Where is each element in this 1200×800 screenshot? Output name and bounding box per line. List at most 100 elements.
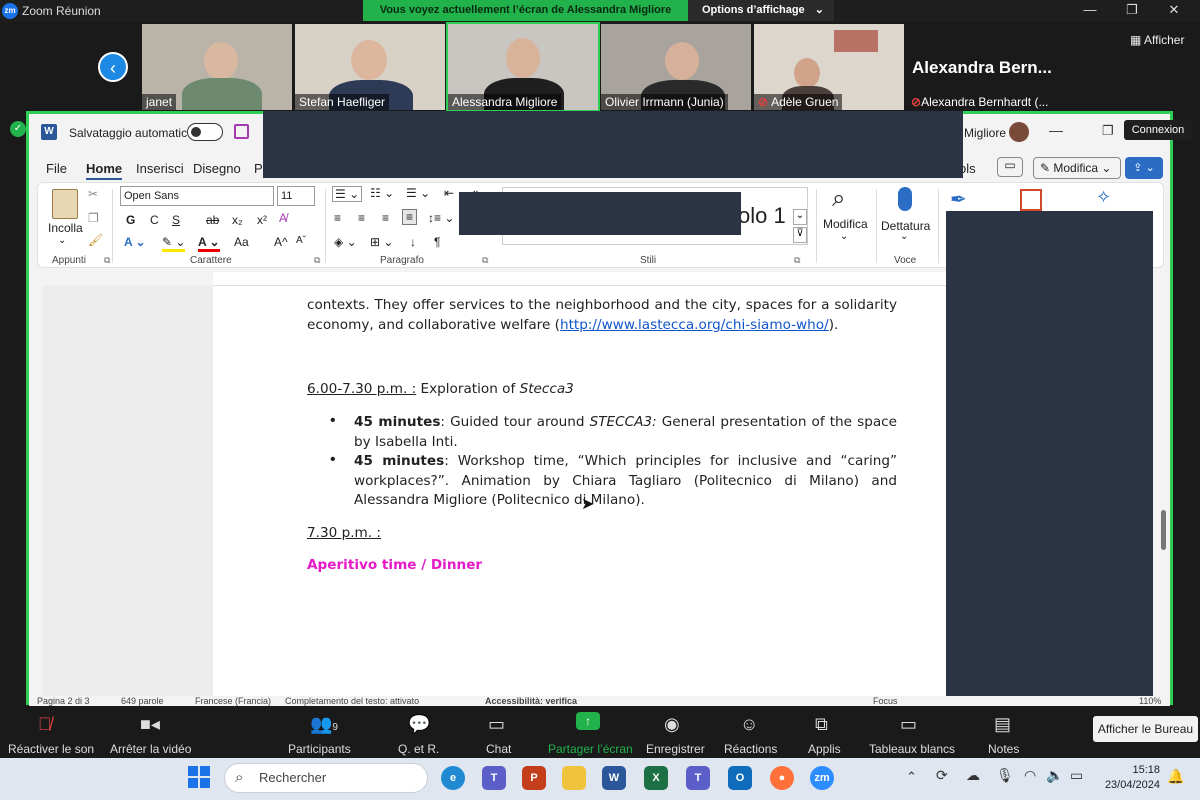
bullets-button[interactable]: ☰ ⌄: [332, 186, 363, 202]
change-case-button[interactable]: Aa: [234, 235, 249, 249]
text-effects-icon[interactable]: A ⌄: [124, 235, 146, 249]
decrease-indent-icon[interactable]: ⇤: [444, 186, 454, 200]
justify-icon[interactable]: ≡: [402, 209, 418, 225]
styles-scroll-down-icon[interactable]: ⌄: [793, 209, 807, 225]
chat-icon[interactable]: ▭: [488, 714, 505, 735]
share-screen-icon[interactable]: ↑: [576, 712, 600, 730]
paste-button[interactable]: Incolla: [48, 221, 83, 235]
microphone-icon[interactable]: 🎙: [996, 767, 1014, 784]
chat-button[interactable]: Chat: [486, 742, 511, 756]
teams-icon[interactable]: T: [482, 766, 506, 790]
document-page[interactable]: contexts. They offer services to the nei…: [213, 286, 946, 696]
format-painter-icon[interactable]: 🖌: [88, 233, 103, 247]
chevron-up-icon[interactable]: ⌃: [906, 769, 917, 785]
show-gallery-button[interactable]: ▦ Afficher: [1130, 33, 1184, 47]
comment-icon[interactable]: ▭: [997, 157, 1023, 177]
text-completion[interactable]: Completamento del testo: attivato: [285, 696, 419, 706]
avatar[interactable]: [1009, 122, 1029, 142]
video-icon[interactable]: ■◂: [140, 714, 160, 735]
align-right-icon[interactable]: ≡: [382, 211, 389, 225]
system-clock[interactable]: 15:18 23/04/2024: [1100, 763, 1160, 793]
share-button[interactable]: ⇪ ⌄: [1125, 157, 1163, 179]
addins-icon[interactable]: [1020, 189, 1042, 211]
grow-font-button[interactable]: A^: [274, 235, 288, 249]
font-size-field[interactable]: 11: [277, 186, 315, 206]
volume-icon[interactable]: 🔈: [1046, 767, 1063, 784]
whiteboard-icon[interactable]: ▭: [900, 714, 917, 735]
microphone-icon[interactable]: [898, 187, 912, 211]
align-left-icon[interactable]: ≡: [334, 211, 341, 225]
style-heading-1[interactable]: olo 1: [738, 203, 786, 229]
font-color-icon[interactable]: A ⌄: [198, 235, 220, 252]
tab-file[interactable]: File: [46, 161, 67, 176]
chevron-down-icon[interactable]: ⌄: [840, 231, 848, 242]
close-icon[interactable]: ✕: [1164, 2, 1184, 20]
copy-icon[interactable]: ❐: [88, 211, 99, 225]
italic-button[interactable]: C: [150, 213, 159, 227]
dialog-launcher-icon[interactable]: ⧉: [314, 255, 320, 266]
notification-bell-icon[interactable]: 🔔: [1167, 768, 1184, 785]
focus-button[interactable]: Focus: [873, 696, 898, 706]
participants-button[interactable]: Participants: [288, 742, 351, 756]
shrink-font-button[interactable]: Aˇ: [296, 235, 306, 246]
unmute-button[interactable]: Réactiver le son: [8, 742, 94, 756]
edge-icon[interactable]: e: [441, 766, 465, 790]
stop-video-button[interactable]: Arrêter la vidéo: [110, 742, 191, 756]
video-tile-alessandra[interactable]: Alessandra Migliore: [446, 22, 600, 112]
edit-mode-button[interactable]: ✎ Modifica ⌄: [1033, 157, 1121, 179]
language[interactable]: Francese (Francia): [195, 696, 271, 706]
subscript-button[interactable]: x₂: [232, 213, 243, 227]
wifi-icon[interactable]: ◠: [1024, 767, 1036, 784]
powerpoint-icon[interactable]: P: [522, 766, 546, 790]
share-screen-button[interactable]: Partager l’écran: [548, 742, 633, 756]
sync-icon[interactable]: ⟳: [936, 767, 948, 784]
qa-icon[interactable]: 💬: [408, 714, 430, 735]
word-icon[interactable]: W: [602, 766, 626, 790]
mic-muted-icon[interactable]: 🎙̸: [38, 714, 52, 735]
reactions-icon[interactable]: ☺: [740, 714, 758, 735]
editor-icon[interactable]: ✒: [950, 187, 967, 212]
restore-icon[interactable]: ❐: [1102, 123, 1114, 139]
taskbar-search[interactable]: ⌕ Rechercher: [224, 763, 428, 793]
strikethrough-button[interactable]: ab: [206, 213, 219, 227]
cut-icon[interactable]: ✂: [88, 187, 98, 201]
battery-icon[interactable]: ▭: [1070, 767, 1083, 784]
bold-button[interactable]: G: [126, 213, 135, 227]
document-scrollbar[interactable]: [1156, 286, 1170, 696]
teams-classic-icon[interactable]: T: [686, 766, 710, 790]
line-spacing-icon[interactable]: ↕≡ ⌄: [428, 211, 454, 225]
cloud-icon[interactable]: ☁: [966, 767, 980, 784]
align-center-icon[interactable]: ≡: [358, 211, 365, 225]
styles-more-icon[interactable]: ⊽: [793, 227, 807, 243]
copilot-icon[interactable]: ✧: [1096, 187, 1111, 208]
previous-page-button[interactable]: ‹: [98, 52, 128, 82]
video-tile-olivier[interactable]: Olivier Irrmann (Junia): [601, 24, 751, 110]
clear-format-icon[interactable]: A̸: [279, 211, 287, 225]
zoom-level[interactable]: 110%: [1139, 696, 1161, 706]
firefox-icon[interactable]: ●: [770, 766, 794, 790]
numbering-icon[interactable]: ☷ ⌄: [370, 186, 394, 200]
tab-home[interactable]: Home: [86, 161, 123, 180]
reactions-button[interactable]: Réactions: [724, 742, 777, 756]
chevron-down-icon[interactable]: ⌄: [900, 231, 908, 242]
zoom-app-icon[interactable]: zm: [810, 766, 834, 790]
record-button[interactable]: Enregistrer: [646, 742, 705, 756]
save-icon[interactable]: [234, 124, 249, 139]
video-tile-janet[interactable]: janet: [142, 24, 292, 110]
participants-icon[interactable]: 👥9: [310, 714, 338, 735]
minimize-icon[interactable]: —: [1080, 2, 1100, 20]
folder-icon[interactable]: [562, 766, 586, 790]
qa-button[interactable]: Q. et R.: [398, 742, 439, 756]
autosave-toggle[interactable]: [187, 123, 223, 141]
tab-draw[interactable]: Disegno: [193, 161, 241, 176]
start-icon[interactable]: [188, 766, 210, 788]
record-icon[interactable]: ◉: [664, 714, 680, 735]
scroll-thumb[interactable]: [1161, 510, 1166, 550]
font-name-field[interactable]: Open Sans: [120, 186, 274, 206]
restore-icon[interactable]: ❐: [1122, 2, 1142, 20]
outlook-icon[interactable]: O: [728, 766, 752, 790]
apps-icon[interactable]: ⧉: [815, 714, 828, 735]
dialog-launcher-icon[interactable]: ⧉: [104, 255, 110, 266]
dialog-launcher-icon[interactable]: ⧉: [794, 255, 800, 266]
modify-button[interactable]: Modifica: [823, 217, 868, 231]
